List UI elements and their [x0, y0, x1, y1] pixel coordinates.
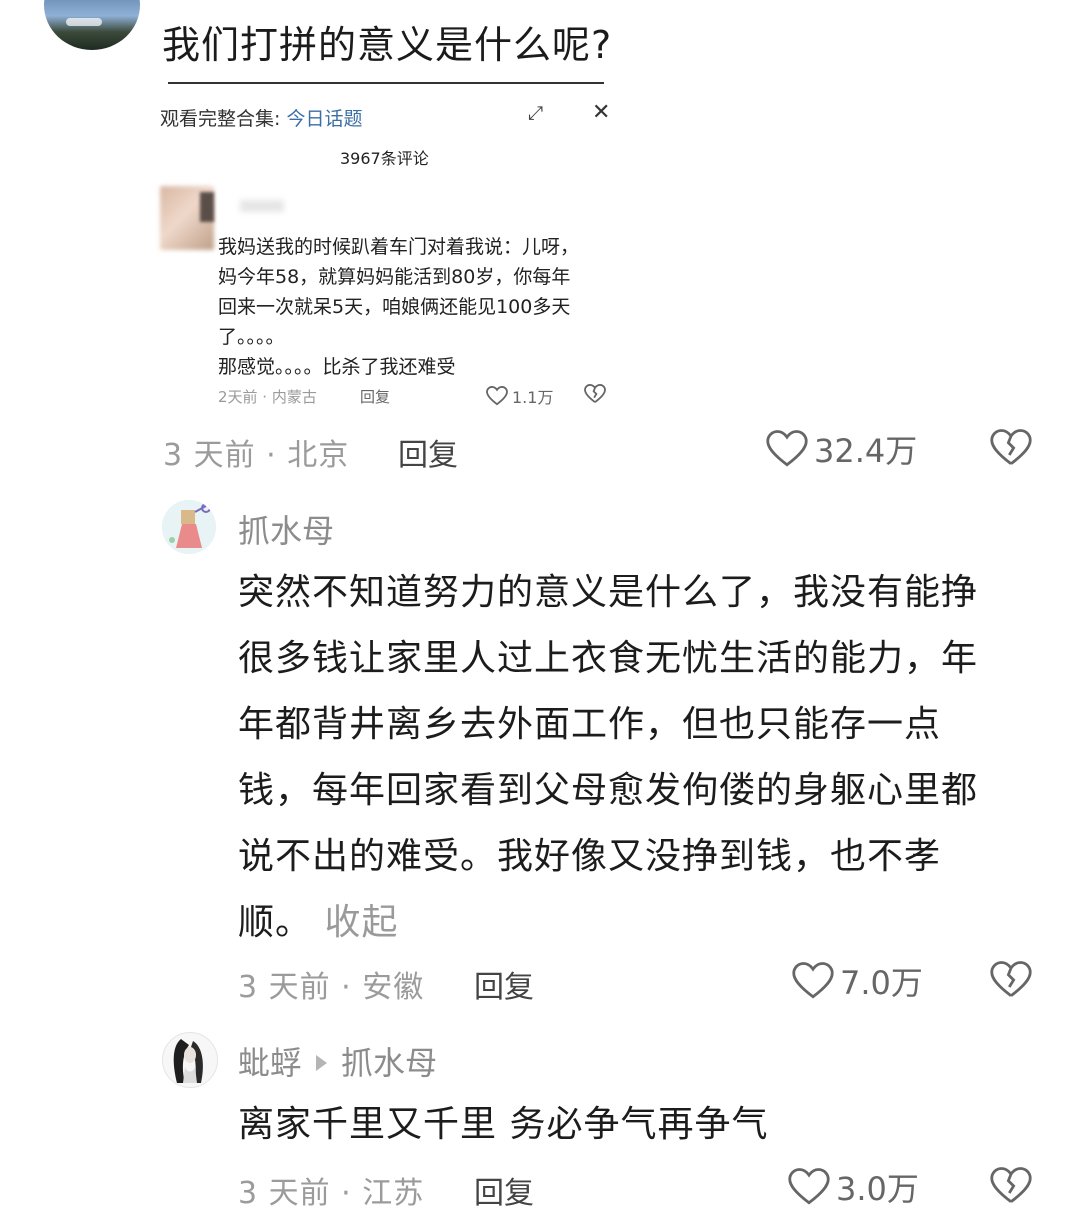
embedded-avatar-detail [200, 192, 214, 222]
op-avatar[interactable] [44, 0, 140, 50]
comment-like-count: 7.0万 [840, 964, 923, 1002]
comment-line: 顺。 收起 [238, 890, 1038, 956]
comment-like-button[interactable]: 7.0万 [792, 958, 923, 1004]
embedded-like-button[interactable]: 1.1万 [486, 384, 553, 408]
post-reply-button[interactable]: 回复 [398, 430, 458, 474]
collapse-link[interactable]: 收起 [324, 902, 398, 943]
post-dislike-button[interactable] [990, 428, 1032, 472]
comment-line: 很多钱让家里人过上衣食无忧生活的能力，年 [238, 638, 979, 679]
comment-username[interactable]: 抓水母 [238, 506, 334, 552]
heart-icon [486, 386, 508, 406]
comment-text: 离家千里又千里 务必争气再争气 [238, 1104, 769, 1145]
embedded-line: 回来一次就呆5天，咱娘俩还能见100多天 [218, 296, 571, 318]
reply-to-username[interactable]: 抓水母 [341, 1044, 437, 1082]
avatar[interactable] [162, 500, 216, 554]
embedded-line: 妈今年58，就算妈妈能活到80岁，你每年 [218, 266, 571, 288]
broken-heart-icon [584, 383, 606, 403]
comment-count: 3967条评论 [340, 149, 429, 168]
comment-reply-button[interactable]: 回复 [474, 1168, 534, 1212]
embedded-comment-text: 我妈送我的时候趴着车门对着我说：儿呀， 妈今年58，就算妈妈能活到80岁，你每年… [218, 232, 608, 382]
expand-icon[interactable]: ⤢ [528, 102, 543, 124]
avatar[interactable] [162, 1032, 218, 1088]
collection-line: 观看完整合集: 今日话题 [160, 104, 362, 131]
post-time-location: 3 天前 · 北京 [163, 438, 350, 473]
comment-like-button[interactable]: 3.0万 [788, 1164, 919, 1210]
close-icon[interactable]: ✕ [592, 100, 610, 125]
broken-heart-icon [990, 1167, 1032, 1203]
reply-arrow-icon [316, 1055, 328, 1071]
post-like-count: 32.4万 [814, 432, 918, 470]
comment-line-end: 顺。 [238, 902, 313, 943]
embedded-like-count: 1.1万 [512, 388, 554, 407]
broken-heart-icon [990, 961, 1032, 997]
embedded-dislike-button[interactable] [584, 383, 606, 409]
embedded-username-blurred [240, 200, 284, 212]
comment-reply-button[interactable]: 回复 [474, 962, 534, 1006]
comment-line: 年都背井离乡去外面工作，但也只能存一点 [238, 704, 942, 745]
broken-heart-icon [990, 429, 1032, 465]
heart-icon [792, 962, 834, 999]
comment-text: 突然不知道努力的意义是什么了，我没有能挣 很多钱让家里人过上衣食无忧生活的能力，… [238, 560, 1038, 956]
heart-icon [788, 1168, 830, 1205]
comment-line: 钱，每年回家看到父母愈发佝偻的身躯心里都 [238, 770, 979, 811]
embedded-time-location: 2天前 · 内蒙古 [218, 388, 317, 406]
embedded-line: 我妈送我的时候趴着车门对着我说：儿呀， [218, 236, 580, 258]
comment-line: 说不出的难受。我好像又没挣到钱，也不孝 [238, 836, 942, 877]
post-like-button[interactable]: 32.4万 [766, 426, 917, 472]
collection-prefix: 观看完整合集: [160, 108, 287, 130]
collection-link[interactable]: 今日话题 [286, 108, 362, 130]
comment-dislike-button[interactable] [990, 960, 1032, 1004]
embedded-line: 了。。。。 [218, 326, 285, 348]
comment-line: 突然不知道努力的意义是什么了，我没有能挣 [238, 572, 979, 613]
comment-like-count: 3.0万 [836, 1170, 919, 1208]
reply-header: 蚍蜉 抓水母 [238, 1038, 437, 1084]
embedded-reply-button[interactable]: 回复 [360, 386, 390, 407]
embedded-line: 那感觉。。。。比杀了我还难受 [218, 356, 456, 378]
heart-icon [766, 430, 808, 467]
comment-time-location: 3 天前 · 安徽 [238, 970, 425, 1005]
comment-username[interactable]: 蚍蜉 [238, 1044, 302, 1082]
comment-dislike-button[interactable] [990, 1166, 1032, 1210]
post-title: 我们打拼的意义是什么呢? [162, 23, 613, 67]
comment-time-location: 3 天前 · 江苏 [238, 1176, 425, 1211]
divider [168, 82, 604, 84]
